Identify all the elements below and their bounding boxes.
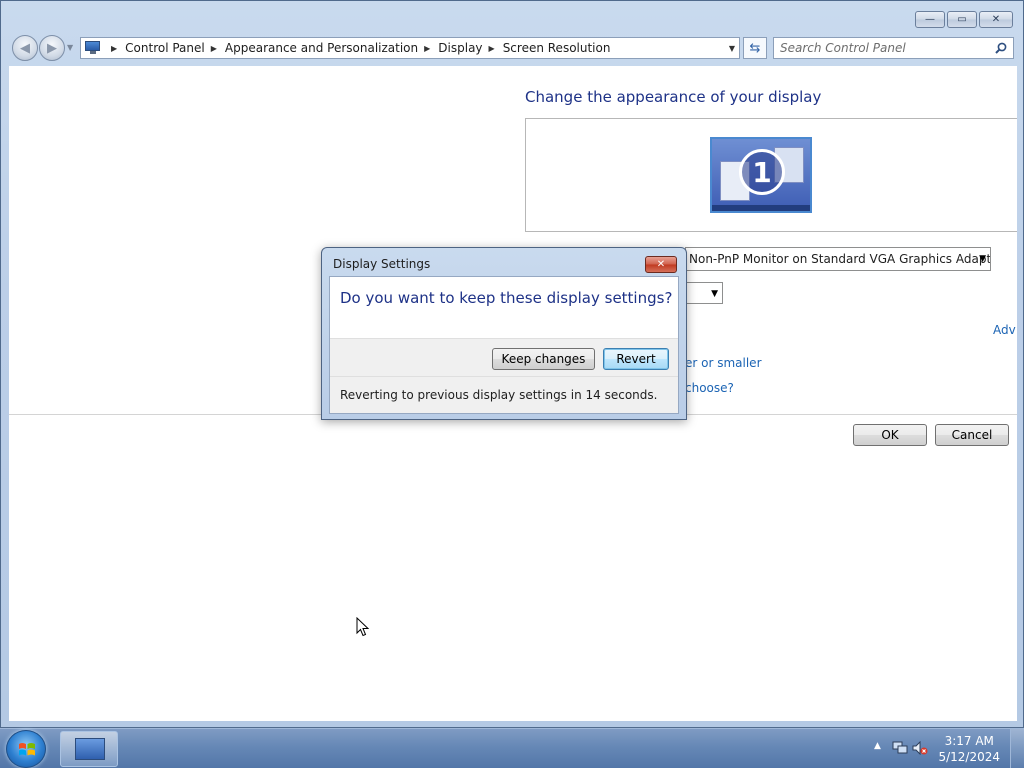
caption-buttons: — ▭ ✕: [915, 11, 1013, 28]
dialog-footer: Reverting to previous display settings i…: [330, 376, 678, 413]
refresh-button[interactable]: ⇆: [743, 37, 767, 59]
breadcrumb: ▶ Control Panel ▶ Appearance and Persona…: [105, 41, 610, 55]
breadcrumb-separator-icon[interactable]: ▶: [424, 44, 430, 53]
forward-button[interactable]: ▶: [39, 35, 65, 61]
text-size-link[interactable]: er or smaller: [685, 356, 762, 370]
system-tray: ▲ 3:17 AM 5/12/2024: [864, 729, 1024, 768]
monitor-taskbar-graphic: [712, 205, 810, 211]
maximize-button[interactable]: ▭: [947, 11, 977, 28]
resolution-dropdown[interactable]: ▼: [685, 282, 723, 304]
keep-changes-button[interactable]: Keep changes: [492, 348, 595, 370]
network-icon[interactable]: [892, 741, 908, 755]
countdown-text: Reverting to previous display settings i…: [340, 388, 658, 402]
navigation-bar: ◀ ▶ ▼ ▶ Control Panel ▶ Appearance and P…: [1, 33, 1023, 63]
taskbar-control-panel[interactable]: [60, 731, 118, 767]
monitor-1-icon[interactable]: 1: [710, 137, 812, 213]
breadcrumb-appearance[interactable]: Appearance and Personalization: [225, 41, 418, 55]
dialog-title: Display Settings: [333, 257, 431, 271]
clock-time: 3:17 AM: [944, 734, 994, 748]
revert-button[interactable]: Revert: [603, 348, 669, 370]
breadcrumb-display[interactable]: Display: [438, 41, 482, 55]
search-input[interactable]: Search Control Panel: [780, 41, 906, 55]
dialog-close-button[interactable]: ✕: [645, 256, 677, 273]
display-settings-dialog: Display Settings ✕ Do you want to keep t…: [321, 247, 687, 420]
what-settings-link[interactable]: choose?: [685, 381, 734, 395]
windows-logo-icon: [19, 743, 35, 756]
breadcrumb-separator-icon[interactable]: ▶: [111, 44, 117, 53]
address-bar[interactable]: ▶ Control Panel ▶ Appearance and Persona…: [80, 37, 740, 59]
dialog-button-bar: Keep changes Revert: [330, 338, 678, 376]
back-arrow-icon: ◀: [20, 40, 30, 56]
refresh-icon: ⇆: [749, 40, 761, 56]
breadcrumb-control-panel[interactable]: Control Panel: [125, 41, 205, 55]
page-title: Change the appearance of your display: [525, 88, 822, 106]
display-dropdown-value: Non-PnP Monitor on Standard VGA Graphics…: [689, 252, 991, 266]
search-box[interactable]: Search Control Panel: [773, 37, 1014, 59]
minimize-button[interactable]: —: [915, 11, 945, 28]
show-desktop-button[interactable]: [1010, 729, 1024, 768]
control-panel-icon: [75, 738, 105, 760]
start-button[interactable]: [6, 730, 46, 768]
close-icon: ✕: [656, 259, 666, 270]
back-button[interactable]: ◀: [12, 35, 38, 61]
breadcrumb-separator-icon[interactable]: ▶: [211, 44, 217, 53]
advanced-settings-link[interactable]: Adv: [993, 323, 1016, 337]
chevron-down-icon: ▼: [711, 289, 718, 299]
show-hidden-icons-icon[interactable]: ▲: [874, 741, 881, 751]
search-icon[interactable]: [995, 42, 1007, 54]
close-button[interactable]: ✕: [979, 11, 1013, 28]
chevron-down-icon: ▼: [979, 254, 986, 264]
forward-arrow-icon: ▶: [47, 40, 57, 56]
volume-muted-icon[interactable]: [912, 741, 928, 755]
monitor-arrangement-panel: 1: [525, 118, 1017, 232]
monitor-number: 1: [739, 149, 785, 195]
breadcrumb-separator-icon[interactable]: ▶: [489, 44, 495, 53]
ok-button[interactable]: OK: [853, 424, 927, 446]
control-panel-icon: [85, 41, 101, 55]
cancel-button[interactable]: Cancel: [935, 424, 1009, 446]
clock[interactable]: 3:17 AM 5/12/2024: [938, 733, 1000, 765]
dialog-question: Do you want to keep these display settin…: [340, 289, 673, 307]
dialog-body: Do you want to keep these display settin…: [329, 276, 679, 414]
mouse-cursor-icon: [356, 617, 370, 637]
taskbar: ▲ 3:17 AM 5/12/2024: [0, 728, 1024, 768]
display-dropdown[interactable]: Non-PnP Monitor on Standard VGA Graphics…: [685, 247, 991, 271]
clock-date: 5/12/2024: [938, 750, 1000, 764]
recent-pages-dropdown[interactable]: ▼: [67, 43, 73, 52]
address-dropdown-icon[interactable]: ▼: [729, 44, 735, 53]
breadcrumb-screen-resolution[interactable]: Screen Resolution: [503, 41, 611, 55]
